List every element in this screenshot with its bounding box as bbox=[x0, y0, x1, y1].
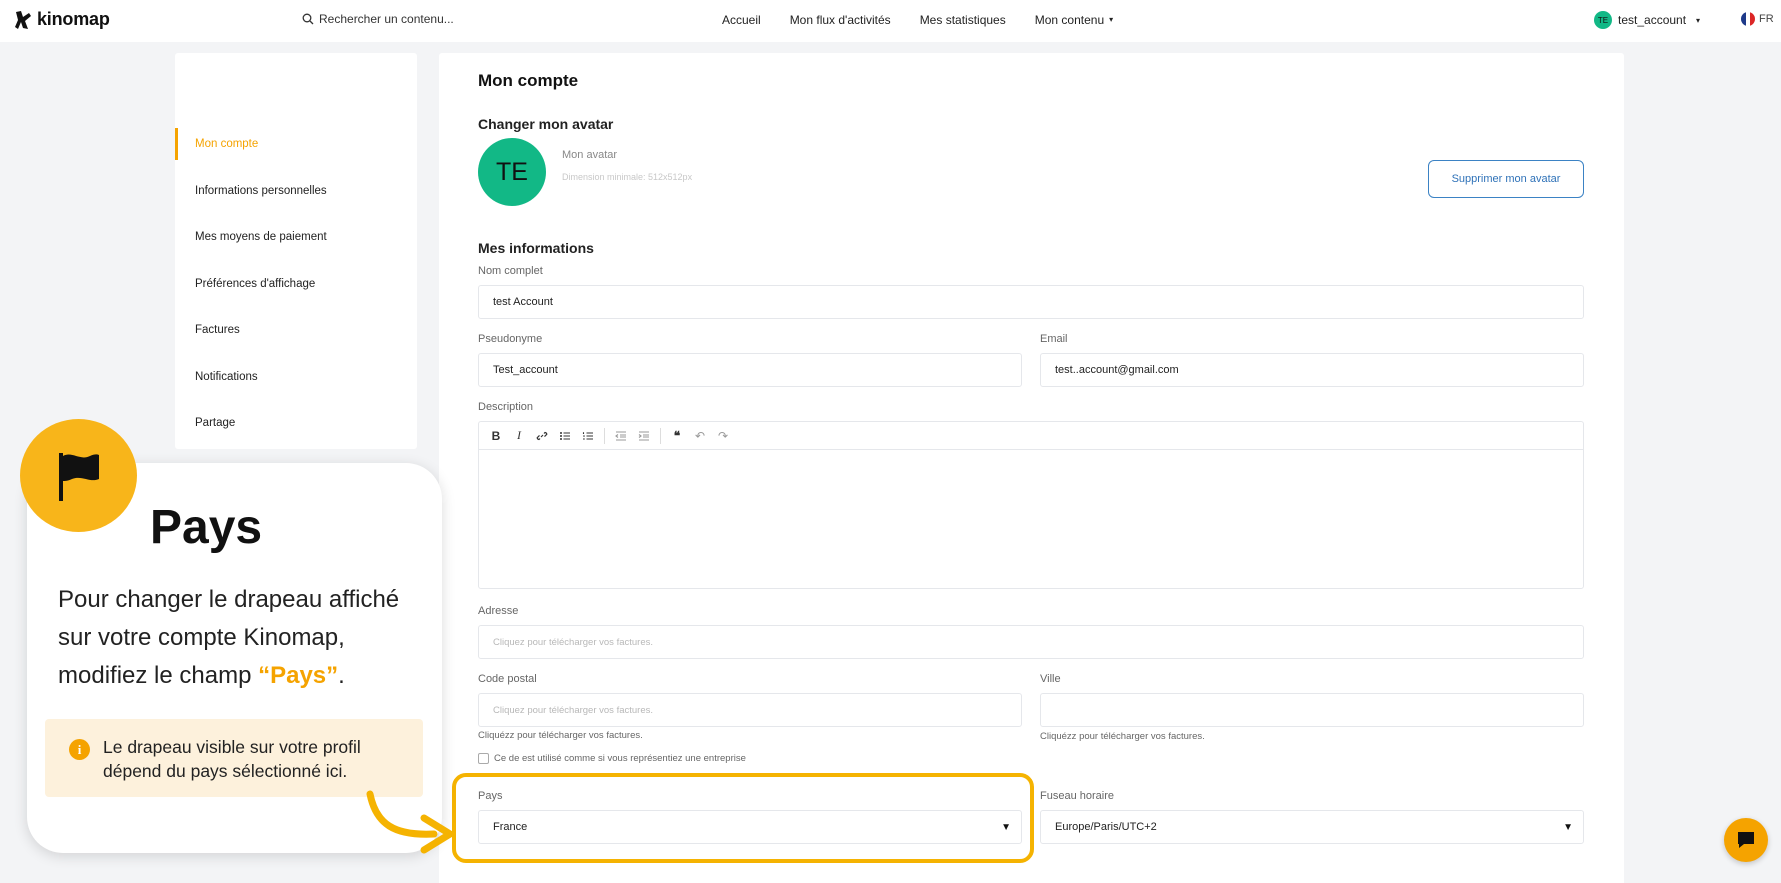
quote-icon[interactable]: ❝ bbox=[670, 429, 684, 443]
address-label: Adresse bbox=[478, 605, 519, 617]
country-field-highlight bbox=[452, 773, 1034, 863]
description-label: Description bbox=[478, 401, 534, 413]
kinomap-logo[interactable]: kinomap bbox=[14, 9, 110, 30]
kinomap-logo-icon bbox=[15, 10, 31, 29]
callout-note-text: Le drapeau visible sur votre profil dépe… bbox=[103, 737, 361, 781]
pseudonym-label: Pseudonyme bbox=[478, 333, 543, 345]
flag-badge bbox=[20, 419, 137, 532]
city-help: Cliquézz pour télécharger vos factures. bbox=[1040, 731, 1205, 742]
search-box[interactable]: Rechercher un contenu... bbox=[302, 12, 454, 26]
timezone-select[interactable]: Europe/Paris/UTC+2 ▼ bbox=[1040, 810, 1584, 844]
company-checkbox[interactable] bbox=[478, 753, 489, 764]
sidebar-item-invoices[interactable]: Factures bbox=[175, 314, 417, 346]
france-flag-icon bbox=[1741, 12, 1755, 26]
editor-toolbar: B I ❝ ↶ ↷ bbox=[479, 422, 1583, 450]
company-checkbox-row[interactable]: Ce de est utilisé comme si vous représen… bbox=[478, 753, 746, 764]
chat-icon bbox=[1738, 832, 1754, 848]
toolbar-divider bbox=[660, 427, 661, 444]
brand-name: kinomap bbox=[37, 9, 110, 29]
chevron-down-icon: ▾ bbox=[1109, 15, 1114, 24]
account-form-card: Mon compte Changer mon avatar TE Mon ava… bbox=[439, 53, 1624, 883]
email-label: Email bbox=[1040, 333, 1068, 345]
avatar: TE bbox=[1594, 11, 1612, 29]
user-name: test_account bbox=[1618, 13, 1687, 27]
delete-avatar-button[interactable]: Supprimer mon avatar bbox=[1428, 160, 1584, 198]
main-nav: Accueil Mon flux d'activités Mes statist… bbox=[722, 13, 1113, 27]
info-icon: i bbox=[69, 739, 90, 760]
user-menu[interactable]: TE test_account ▾ bbox=[1594, 11, 1700, 29]
dropdown-arrow-icon: ▼ bbox=[1563, 821, 1573, 833]
sidebar-item-my-account[interactable]: Mon compte bbox=[175, 128, 417, 160]
description-editor[interactable]: B I ❝ ↶ ↷ bbox=[478, 421, 1584, 589]
chevron-down-icon: ▾ bbox=[1696, 15, 1701, 25]
nav-my-content-label: Mon contenu bbox=[1034, 13, 1105, 27]
flag-icon bbox=[58, 452, 99, 501]
pseudonym-input[interactable]: Test_account bbox=[478, 353, 1022, 387]
timezone-value: Europe/Paris/UTC+2 bbox=[1055, 821, 1157, 833]
postal-code-input[interactable]: Cliquez pour télécharger vos factures. bbox=[478, 693, 1022, 727]
settings-sidebar: Mon compte Informations personnelles Mes… bbox=[175, 53, 417, 476]
full-name-input[interactable]: test Account bbox=[478, 285, 1584, 319]
avatar[interactable]: TE bbox=[478, 138, 546, 206]
sidebar-item-sharing[interactable]: Partage bbox=[175, 407, 417, 439]
info-section-title: Mes informations bbox=[478, 240, 594, 256]
full-name-label: Nom complet bbox=[478, 265, 543, 277]
sidebar-item-payment-methods[interactable]: Mes moyens de paiement bbox=[175, 221, 417, 253]
undo-icon[interactable]: ↶ bbox=[693, 429, 707, 443]
avatar-section-title: Changer mon avatar bbox=[478, 116, 614, 132]
city-label: Ville bbox=[1040, 673, 1061, 685]
nav-home[interactable]: Accueil bbox=[722, 13, 761, 27]
sidebar-item-personal-info[interactable]: Informations personnelles bbox=[175, 175, 417, 207]
postal-code-help: Cliquézz pour télécharger vos factures. bbox=[478, 730, 643, 741]
email-input[interactable]: test..account@gmail.com bbox=[1040, 353, 1584, 387]
callout-title: Pays bbox=[150, 501, 263, 554]
link-icon[interactable] bbox=[535, 429, 549, 443]
company-checkbox-label: Ce de est utilisé comme si vous représen… bbox=[494, 753, 746, 764]
pointer-arrow-icon bbox=[366, 790, 454, 854]
bold-icon[interactable]: B bbox=[489, 429, 503, 443]
redo-icon[interactable]: ↷ bbox=[716, 429, 730, 443]
callout-note: i Le drapeau visible sur votre profil dé… bbox=[45, 719, 423, 797]
bullet-list-icon[interactable] bbox=[558, 429, 572, 443]
timezone-label: Fuseau horaire bbox=[1040, 790, 1114, 802]
callout-highlight: “Pays” bbox=[258, 662, 339, 689]
callout-body-text: Pour changer le drapeau affiché sur votr… bbox=[58, 586, 400, 689]
sidebar-item-notifications[interactable]: Notifications bbox=[175, 361, 417, 393]
language-code: FR bbox=[1759, 13, 1774, 25]
postal-code-label: Code postal bbox=[478, 673, 537, 685]
numbered-list-icon[interactable] bbox=[581, 429, 595, 443]
chat-button[interactable] bbox=[1724, 818, 1768, 862]
callout-body: Pour changer le drapeau affiché sur votr… bbox=[58, 581, 438, 695]
callout-body-end: . bbox=[338, 662, 345, 689]
nav-statistics[interactable]: Mes statistiques bbox=[920, 13, 1006, 27]
language-switcher[interactable]: FR bbox=[1741, 12, 1774, 26]
city-input[interactable] bbox=[1040, 693, 1584, 727]
address-input[interactable]: Cliquez pour télécharger vos factures. bbox=[478, 625, 1584, 659]
top-navbar: kinomap Rechercher un contenu... Accueil… bbox=[0, 0, 1781, 42]
outdent-icon[interactable] bbox=[614, 429, 628, 443]
avatar-size-hint: Dimension minimale: 512x512px bbox=[562, 172, 693, 182]
nav-activity-feed[interactable]: Mon flux d'activités bbox=[790, 13, 891, 27]
search-placeholder: Rechercher un contenu... bbox=[319, 12, 454, 26]
nav-my-content[interactable]: Mon contenu ▾ bbox=[1035, 13, 1113, 27]
indent-icon[interactable] bbox=[637, 429, 651, 443]
page-title: Mon compte bbox=[478, 71, 579, 90]
search-icon bbox=[302, 13, 314, 25]
avatar-label: Mon avatar bbox=[562, 149, 618, 161]
sidebar-item-display-preferences[interactable]: Préférences d'affichage bbox=[175, 268, 417, 300]
italic-icon[interactable]: I bbox=[512, 428, 526, 443]
toolbar-divider bbox=[604, 427, 605, 444]
